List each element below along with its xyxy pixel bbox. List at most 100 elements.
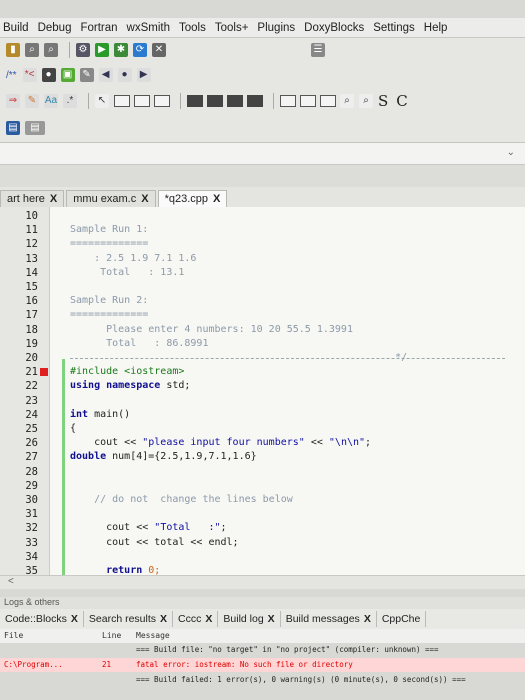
- scroll-left-icon[interactable]: <: [8, 576, 14, 587]
- log-tab-cppche[interactable]: CppChe: [377, 611, 427, 627]
- log-tab-cccc[interactable]: Cccc X: [173, 611, 219, 627]
- menu-item-fortran[interactable]: Fortran: [80, 22, 117, 34]
- close-icon[interactable]: X: [50, 193, 57, 205]
- grid-icon[interactable]: [154, 94, 170, 107]
- doc-comment-button[interactable]: /**: [6, 70, 17, 81]
- gear-icon[interactable]: ⚙: [76, 43, 90, 57]
- target-dropdown-icon[interactable]: ☰: [311, 43, 325, 57]
- close-icon[interactable]: X: [71, 613, 78, 625]
- log-tab-build-messages[interactable]: Build messages X: [281, 611, 377, 627]
- dot-icon[interactable]: ●: [117, 68, 132, 82]
- code-line[interactable]: 26 cout << "please input four numbers" <…: [0, 436, 525, 450]
- build-run-icon[interactable]: ✱: [114, 43, 128, 57]
- menu-item-doxyblocks[interactable]: DoxyBlocks: [304, 22, 364, 34]
- menu-item-tools-[interactable]: Tools+: [215, 22, 249, 34]
- block-icon-3[interactable]: [227, 94, 243, 107]
- code-line[interactable]: 13 : 2.5 1.9 7.1 1.6: [0, 252, 525, 266]
- rebuild-icon[interactable]: ⟳: [133, 43, 147, 57]
- symbol-icon[interactable]: ▤: [6, 120, 20, 135]
- box-icon-1[interactable]: [280, 94, 296, 107]
- tab-q23[interactable]: *q23.cpp X: [157, 190, 228, 207]
- wrench-icon[interactable]: ✎: [79, 68, 94, 82]
- col-file[interactable]: File: [4, 631, 23, 640]
- zoom-out-icon[interactable]: ⌕: [359, 93, 373, 108]
- star-comment-icon[interactable]: *<: [22, 68, 37, 82]
- code-line[interactable]: 22 using namespace std;: [0, 379, 525, 393]
- match-case-icon[interactable]: Aa: [44, 93, 58, 108]
- menu-item-wxsmith[interactable]: wxSmith: [127, 22, 170, 34]
- snapshot-icon[interactable]: ▣: [60, 68, 75, 82]
- stop-icon[interactable]: ✕: [152, 43, 166, 57]
- run-icon[interactable]: ▶: [95, 43, 109, 57]
- log-tab-search-results[interactable]: Search results X: [84, 611, 174, 627]
- horizontal-scrollbar[interactable]: <: [0, 575, 525, 589]
- image-icon[interactable]: [134, 94, 150, 107]
- code-line[interactable]: 18 Please enter 4 numbers: 10 20 55.5 1.…: [0, 323, 525, 337]
- zoom-in-icon[interactable]: ⌕: [340, 93, 354, 108]
- col-message[interactable]: Message: [136, 631, 170, 640]
- col-line[interactable]: Line: [102, 631, 121, 640]
- box-icon-3[interactable]: [320, 94, 336, 107]
- pointer-icon[interactable]: ↖: [95, 93, 109, 108]
- code-line[interactable]: 32 cout << "Total :";: [0, 521, 525, 535]
- code-line[interactable]: 19 Total : 86.8991: [0, 337, 525, 351]
- highlight-icon[interactable]: ✎: [25, 93, 39, 108]
- close-icon[interactable]: X: [268, 613, 275, 625]
- block-icon-1[interactable]: [187, 94, 203, 107]
- code-line[interactable]: 31: [0, 507, 525, 521]
- jump-icon[interactable]: ⇒: [6, 93, 20, 108]
- log-tab-build-log[interactable]: Build log X: [218, 611, 281, 627]
- block-icon-2[interactable]: [207, 94, 223, 107]
- code-line[interactable]: 14 Total : 13.1: [0, 266, 525, 280]
- code-line[interactable]: 30 // do not change the lines below: [0, 493, 525, 507]
- record-icon[interactable]: ●: [41, 68, 56, 82]
- menu-item-build[interactable]: Build: [3, 22, 29, 34]
- close-icon[interactable]: X: [213, 193, 220, 205]
- code-line[interactable]: 12 =============: [0, 237, 525, 251]
- back-icon[interactable]: ◀: [98, 68, 113, 82]
- toolbar-glyph-s[interactable]: S: [378, 92, 388, 110]
- code-line[interactable]: 35 return 0;: [0, 564, 525, 575]
- menu-item-help[interactable]: Help: [424, 22, 448, 34]
- tab-mmu-exam[interactable]: mmu exam.c X: [66, 190, 156, 207]
- log-row[interactable]: === Build failed: 1 error(s), 0 warning(…: [0, 673, 525, 687]
- close-icon[interactable]: X: [205, 613, 212, 625]
- code-line[interactable]: 17 =============: [0, 308, 525, 322]
- frame-icon[interactable]: [114, 94, 130, 107]
- code-editor[interactable]: 10 11 Sample Run 1: 12 ============= 13 : 2.5…: [0, 207, 525, 575]
- code-line[interactable]: 34: [0, 550, 525, 564]
- menu-item-tools[interactable]: Tools: [179, 22, 206, 34]
- log-row[interactable]: C:\Program... 21 fatal error: iostream: No…: [0, 658, 525, 672]
- tab-art-here[interactable]: art here X: [0, 190, 65, 207]
- search-icon[interactable]: ⌕: [25, 43, 39, 57]
- code-line[interactable]: 23: [0, 394, 525, 408]
- code-line[interactable]: 24 int main(): [0, 408, 525, 422]
- menu-item-settings[interactable]: Settings: [373, 22, 415, 34]
- code-line[interactable]: 16 Sample Run 2:: [0, 294, 525, 308]
- code-line[interactable]: 25 {: [0, 422, 525, 436]
- block-icon-4[interactable]: [247, 94, 263, 107]
- code-line[interactable]: 10: [0, 209, 525, 223]
- menu-item-debug[interactable]: Debug: [38, 22, 72, 34]
- scope-combo[interactable]: ⌄: [0, 143, 525, 165]
- log-tab-code-blocks[interactable]: Code::Blocks X: [0, 611, 84, 627]
- close-icon[interactable]: X: [364, 613, 371, 625]
- code-line[interactable]: 28: [0, 465, 525, 479]
- code-line[interactable]: 21 #include <iostream>: [0, 365, 525, 379]
- code-line[interactable]: 20 */: [0, 351, 525, 365]
- search-replace-icon[interactable]: ⌕: [44, 43, 58, 57]
- code-line[interactable]: 11 Sample Run 1:: [0, 223, 525, 237]
- browse-icon[interactable]: ▤: [25, 120, 45, 135]
- code-line[interactable]: 15: [0, 280, 525, 294]
- forward-icon[interactable]: ▶: [136, 68, 151, 82]
- close-icon[interactable]: X: [141, 193, 148, 205]
- code-line[interactable]: 27 double num[4]={2.5,1.9,7.1,1.6}: [0, 450, 525, 464]
- regex-icon[interactable]: .*: [63, 93, 77, 108]
- chevron-down-icon[interactable]: ⌄: [507, 147, 515, 158]
- close-icon[interactable]: X: [160, 613, 167, 625]
- build-icon[interactable]: ▮: [6, 43, 20, 57]
- menu-item-plugins[interactable]: Plugins: [257, 22, 295, 34]
- code-line[interactable]: 33 cout << total << endl;: [0, 536, 525, 550]
- log-row[interactable]: === Build file: "no target" in "no proje…: [0, 643, 525, 657]
- box-icon-2[interactable]: [300, 94, 316, 107]
